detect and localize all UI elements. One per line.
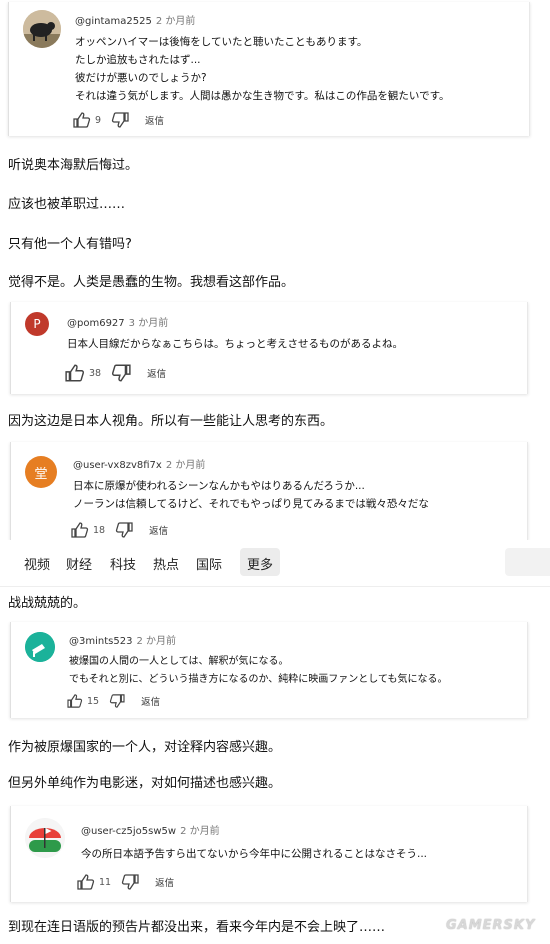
- comment-text-line: 日本に原爆が使われるシーンなんかもやはりあるんだろうか...: [73, 480, 365, 492]
- nav-item-more[interactable]: 更多: [247, 554, 273, 573]
- comment-text-line: ノーランは信頼してるけど、それでもやっぱり見てみるまでは戦々恐々だな: [73, 498, 429, 510]
- nav-item-international[interactable]: 国际: [196, 554, 222, 573]
- thumbs-down-icon[interactable]: [121, 874, 139, 890]
- comment-author[interactable]: @pom6927 3 か月前: [67, 314, 168, 329]
- comment-text-line: オッペンハイマーは後悔をしていたと聴いたこともあります。: [75, 36, 368, 48]
- translation-text: 因为这边是日本人视角。所以有一些能让人思考的东西。: [8, 414, 334, 429]
- comment-time: 2 か月前: [155, 16, 196, 27]
- nav-item-finance[interactable]: 财经: [66, 554, 92, 573]
- camera-avatar-icon: [25, 632, 55, 662]
- thumbs-down-icon[interactable]: [111, 364, 131, 382]
- translation-text: 觉得不是。人类是愚蠢的生物。我想看这部作品。: [8, 275, 295, 290]
- comment-card: @gintama2525 2 か月前 オッペンハイマーは後悔をしていたと聴いたこと…: [8, 2, 530, 136]
- translation-text: 只有他一个人有错吗?: [8, 237, 132, 252]
- category-nav-bar: 视频 财经 科技 热点 国际 更多: [0, 540, 550, 587]
- translation-text: 听说奥本海默后悔过。: [8, 158, 139, 173]
- reply-button[interactable]: 返信: [149, 523, 168, 537]
- comment-text-line: 被爆国の人間の一人としては、解釈が気になる。: [69, 656, 289, 667]
- avatar-letter: P: [33, 317, 41, 331]
- comment-text-line: たしか追放もされたはず...: [75, 54, 201, 66]
- like-count: 9: [95, 114, 102, 126]
- translation-text: 到现在连日语版的预告片都没出来，看来今年内是不会上映了……: [8, 920, 386, 935]
- thumbs-up-icon[interactable]: [67, 694, 83, 708]
- comment-card: P @pom6927 3 か月前 日本人目線だからなぁこちらは。ちょっと考えさせる…: [10, 302, 528, 394]
- avatar[interactable]: [25, 818, 65, 858]
- comment-text-line: 今の所日本語予告すら出てないから今年中に公開されることはなさそう...: [81, 848, 428, 860]
- avatar-letter: 堂: [34, 466, 48, 482]
- reply-button[interactable]: 返信: [141, 694, 160, 708]
- translation-text: 应该也被革职过……: [8, 197, 126, 212]
- nav-item-tech[interactable]: 科技: [110, 554, 136, 573]
- comment-text-line: 日本人目線だからなぁこちらは。ちょっと考えさせるものがあるよね。: [67, 338, 403, 350]
- thumbs-down-icon[interactable]: [111, 112, 129, 128]
- comment-card: 堂 @user-vx8zv8fi7x 2 か月前 日本に原爆が使われるシーンなんか…: [10, 442, 528, 540]
- search-box[interactable]: [505, 548, 550, 576]
- comment-author[interactable]: @user-vx8zv8fi7x 2 か月前: [73, 456, 205, 471]
- comment-actions: 11 返信: [77, 874, 174, 890]
- comment-author[interactable]: @gintama2525 2 か月前: [75, 12, 195, 27]
- cow-avatar-icon: [23, 10, 61, 48]
- comment-time: 3 か月前: [128, 318, 169, 329]
- thumbs-up-icon[interactable]: [71, 522, 89, 538]
- like-count: 11: [99, 876, 112, 888]
- avatar[interactable]: [25, 632, 55, 662]
- avatar[interactable]: [23, 10, 61, 48]
- like-count: 38: [89, 367, 102, 379]
- thumbs-down-icon[interactable]: [115, 522, 133, 538]
- comment-text-line: それは違う気がします。人間は愚かな生き物です。私はこの作品を観たいです。: [75, 90, 450, 102]
- comment-time: 2 か月前: [136, 636, 176, 647]
- thumbs-up-icon[interactable]: [65, 364, 85, 382]
- comment-actions: 18 返信: [71, 522, 168, 538]
- comment-author[interactable]: @3mints523 2 か月前: [69, 632, 176, 647]
- comment-card: @3mints523 2 か月前 被爆国の人間の一人としては、解釈が気になる。 で…: [10, 622, 528, 718]
- avatar[interactable]: 堂: [25, 456, 57, 488]
- translation-text: 但另外单纯作为电影迷，对如何描述也感兴趣。: [8, 776, 282, 791]
- thumbs-up-icon[interactable]: [73, 112, 91, 128]
- like-count: 18: [93, 524, 106, 536]
- comment-actions: 9 返信: [73, 112, 164, 128]
- watermark-logo: GAMERSKY: [446, 918, 536, 933]
- translation-text: 作为被原爆国家的一个人，对诠释内容感兴趣。: [8, 740, 282, 755]
- reply-button[interactable]: 返信: [145, 113, 164, 127]
- comment-actions: 15 返信: [67, 694, 160, 708]
- translation-text: 战战兢兢的。: [8, 596, 87, 611]
- avatar[interactable]: P: [25, 312, 49, 336]
- nav-item-video[interactable]: 视频: [24, 554, 50, 573]
- comment-card: @user-cz5jo5sw5w 2 か月前 今の所日本語予告すら出てないから今年…: [10, 806, 528, 902]
- comment-author[interactable]: @user-cz5jo5sw5w 2 か月前: [81, 822, 220, 837]
- comment-time: 2 か月前: [165, 460, 206, 471]
- reply-button[interactable]: 返信: [147, 366, 166, 380]
- reply-button[interactable]: 返信: [155, 875, 174, 889]
- like-count: 15: [87, 695, 100, 707]
- comment-text-line: でもそれと別に、どういう描き方になるのか、純粋に映画ファンとしても気になる。: [69, 674, 448, 685]
- thumbs-down-icon[interactable]: [109, 694, 125, 708]
- comment-text-line: 彼だけが悪いのでしょうか?: [75, 72, 207, 84]
- comment-time: 2 か月前: [180, 826, 220, 837]
- golf-flag-avatar-icon: [25, 818, 65, 858]
- comment-actions: 38 返信: [65, 364, 166, 382]
- nav-item-hot[interactable]: 热点: [153, 554, 179, 573]
- thumbs-up-icon[interactable]: [77, 874, 95, 890]
